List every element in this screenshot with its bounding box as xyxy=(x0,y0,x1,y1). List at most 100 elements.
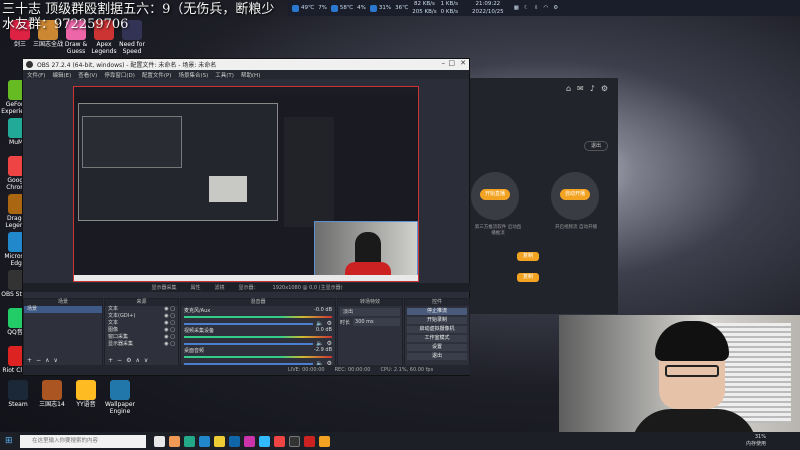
eye-icon[interactable]: ◉ xyxy=(164,313,168,319)
obs-taskbar-icon[interactable] xyxy=(289,435,300,447)
controls-dock: 控件 停止推流 开始录制 启动虚拟摄像机 工作室模式 设置 退出 xyxy=(404,298,470,367)
app-icon-4[interactable] xyxy=(244,435,255,447)
close-icon[interactable]: ✕ xyxy=(460,59,466,67)
volume-slider[interactable] xyxy=(184,322,314,325)
obs-menu-item[interactable]: 文件(F) xyxy=(27,71,45,79)
controls-list: 停止推流开始录制启动虚拟摄像机 工作室模式设置退出 xyxy=(405,308,469,360)
grid-icon[interactable]: ▦ xyxy=(514,5,519,11)
source-item[interactable]: 文本 ◉ ▢ xyxy=(105,320,178,327)
desktop-icon[interactable]: Steam xyxy=(0,380,36,408)
source-item[interactable]: 窗口采集 ◉ ▢ xyxy=(105,334,178,341)
source-item[interactable]: 图像 ◉ ▢ xyxy=(105,327,178,334)
mail-icon[interactable]: ✉ xyxy=(577,84,590,93)
obs-preview[interactable] xyxy=(73,86,419,282)
app-icon-6[interactable] xyxy=(304,435,315,447)
track-gear-icon[interactable]: ⚙ xyxy=(327,320,332,327)
obs-menu-item[interactable]: 编辑(E) xyxy=(52,71,71,79)
app-icon-2[interactable] xyxy=(184,435,195,447)
lock-icon[interactable]: ▢ xyxy=(170,313,175,319)
lock-icon[interactable]: ▢ xyxy=(170,341,175,347)
source-down-icon[interactable]: ∨ xyxy=(144,357,152,364)
lock-icon[interactable]: ▢ xyxy=(170,320,175,326)
volume-slider[interactable] xyxy=(184,342,314,345)
lock-icon[interactable]: ▢ xyxy=(170,334,175,340)
desktop-icon[interactable]: Wallpaper Engine xyxy=(102,380,138,415)
control-button[interactable]: 退出 xyxy=(407,353,467,360)
copy-key-button[interactable]: 复制 xyxy=(517,273,539,282)
lock-icon[interactable]: ▢ xyxy=(170,306,175,312)
speaker-icon[interactable]: 🔈 xyxy=(316,340,323,347)
preview-webcam-source[interactable] xyxy=(314,221,418,281)
task-view-icon[interactable] xyxy=(154,435,165,447)
wifi-icon[interactable]: ◠ xyxy=(543,5,548,11)
start-live-circle[interactable]: 开始直播 xyxy=(471,172,519,220)
desktop-icon[interactable]: 三国志14 xyxy=(34,380,70,408)
edge-icon[interactable] xyxy=(199,435,210,447)
speaker-icon[interactable]: 🔈 xyxy=(316,320,323,327)
eye-icon[interactable]: ◉ xyxy=(164,327,168,333)
source-item[interactable]: 文本 ◉ ▢ xyxy=(105,306,178,313)
file-explorer-icon[interactable] xyxy=(214,435,225,447)
person-silhouette xyxy=(355,232,381,266)
duration-input[interactable]: 300 ms xyxy=(353,318,400,326)
gear-icon[interactable]: ⚙ xyxy=(553,5,558,11)
obs-menu-item[interactable]: 停靠窗口(D) xyxy=(104,71,135,79)
source-toolbar-item[interactable]: 滤镜 xyxy=(214,284,224,291)
obs-menu-item[interactable]: 查看(V) xyxy=(78,71,97,79)
obs-menu-item[interactable]: 工具(T) xyxy=(215,71,234,79)
monitor-controls[interactable]: ▦ ☾ ⇩ ◠ ⚙ xyxy=(514,5,559,11)
windows-start-icon[interactable]: ⊞ xyxy=(5,436,13,446)
scenes-footer[interactable]: +−∧∨ xyxy=(27,357,62,364)
auto-live-button[interactable]: 自动开播 xyxy=(560,189,590,200)
source-up-icon[interactable]: ∧ xyxy=(135,357,143,364)
add-source-icon[interactable]: + xyxy=(108,357,117,364)
source-toolbar-item[interactable]: 显示器采集 xyxy=(151,284,176,291)
start-live-button[interactable]: 开始直播 xyxy=(480,189,510,200)
obs-menu-item[interactable]: 场景集合(S) xyxy=(178,71,208,79)
bell-icon[interactable]: ♪ xyxy=(590,84,601,93)
obs-menu-item[interactable]: 帮助(H) xyxy=(241,71,260,79)
eye-icon[interactable]: ◉ xyxy=(164,320,168,326)
remove-source-icon[interactable]: − xyxy=(117,357,126,364)
source-item[interactable]: 文本(GDI+) ◉ ▢ xyxy=(105,313,178,320)
eye-icon[interactable]: ◉ xyxy=(164,306,168,312)
auto-live-circle[interactable]: 自动开播 xyxy=(551,172,599,220)
taskbar-search-input[interactable] xyxy=(20,434,146,448)
settings-icon[interactable]: ⚙ xyxy=(601,84,614,93)
control-button[interactable]: 工作室模式 xyxy=(407,335,467,342)
sources-footer[interactable]: +−⚙∧∨ xyxy=(108,357,152,364)
exit-button[interactable]: 退出 xyxy=(584,141,608,151)
moon-icon[interactable]: ☾ xyxy=(524,5,529,11)
download-icon[interactable]: ⇩ xyxy=(534,5,539,11)
chrome-icon[interactable] xyxy=(274,435,285,447)
control-button[interactable]: 开始录制 xyxy=(407,317,467,324)
sources-dock: 来源 文本 ◉ ▢ 文本(GDI+) ◉ ▢ 文本 ◉ ▢ 图像 ◉ ▢ 窗口采集 ◉ ▢ 显示器采… xyxy=(104,298,179,367)
transition-select[interactable]: 淡出 xyxy=(340,308,400,316)
app-icon-3[interactable] xyxy=(229,435,240,447)
app-icon-1[interactable] xyxy=(169,435,180,447)
source-toolbar-item[interactable]: 属性 xyxy=(190,284,200,291)
down-icon[interactable]: ∨ xyxy=(53,357,61,364)
live-assistant-taskbar-icon[interactable] xyxy=(319,435,330,447)
obs-title-bar[interactable]: OBS 27.2.4 (64-bit, windows) - 配置文件: 未命名… xyxy=(23,59,469,70)
source-item[interactable]: 显示器采集 ◉ ▢ xyxy=(105,341,178,348)
desktop-icon[interactable]: YY语音 xyxy=(68,380,104,408)
control-button[interactable]: 启动虚拟摄像机 xyxy=(407,326,467,333)
control-button[interactable]: 停止推流 xyxy=(407,308,467,315)
lock-icon[interactable]: ▢ xyxy=(170,327,175,333)
minimize-icon[interactable]: – xyxy=(442,59,446,67)
eye-icon[interactable]: ◉ xyxy=(164,341,168,347)
app-icon-5[interactable] xyxy=(259,435,270,447)
eye-icon[interactable]: ◉ xyxy=(164,334,168,340)
add-icon[interactable]: + xyxy=(27,357,36,364)
copy-url-button[interactable]: 复制 xyxy=(517,252,539,261)
home-icon[interactable]: ⌂ xyxy=(566,84,577,93)
remove-icon[interactable]: − xyxy=(36,357,45,364)
obs-menu-item[interactable]: 配置文件(P) xyxy=(142,71,172,79)
track-gear-icon[interactable]: ⚙ xyxy=(327,340,332,347)
control-button[interactable]: 设置 xyxy=(407,344,467,351)
bgapp-toolbar[interactable]: ⌂✉♪⚙ xyxy=(566,84,614,93)
maximize-icon[interactable]: □ xyxy=(448,59,455,67)
auto-live-note: 开启视频流 自动开播 xyxy=(555,225,597,230)
scene-item[interactable]: 场景 xyxy=(24,306,102,313)
